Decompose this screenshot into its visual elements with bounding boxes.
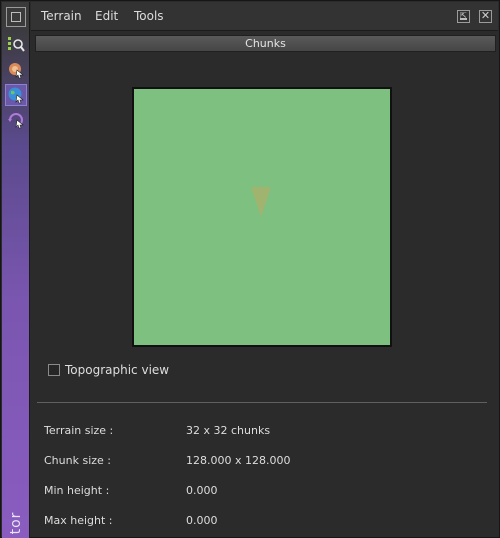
topographic-view-label: Topographic view — [65, 363, 170, 377]
window-menu-icon[interactable] — [6, 7, 26, 27]
chunk-size-value: 128.000 x 128.000 — [186, 454, 291, 467]
tool-strip: tor — [2, 2, 30, 538]
min-height-label: Min height : — [44, 484, 110, 497]
globe-cursor-icon[interactable] — [5, 84, 27, 106]
chunk-size-label: Chunk size : — [44, 454, 111, 467]
menu-terrain[interactable]: Terrain — [41, 9, 82, 23]
close-icon[interactable]: ✕ — [479, 9, 492, 23]
terrain-size-label: Terrain size : — [44, 424, 114, 437]
chunk-minimap[interactable] — [132, 87, 392, 347]
max-height-label: Max height : — [44, 514, 113, 527]
topographic-view-checkbox[interactable] — [48, 364, 60, 376]
camera-marker-icon — [251, 187, 271, 217]
panel-title[interactable]: Chunks — [35, 35, 496, 52]
topographic-view-option[interactable]: Topographic view — [48, 363, 169, 377]
minimize-icon[interactable]: ⇱ — [457, 10, 470, 23]
magnifier-grid-icon[interactable] — [5, 34, 27, 56]
menu-edit[interactable]: Edit — [95, 9, 118, 23]
menu-tools[interactable]: Tools — [134, 9, 164, 23]
brush-cursor-icon[interactable] — [5, 59, 27, 81]
divider — [37, 402, 487, 403]
rotate-cursor-icon[interactable] — [5, 109, 27, 131]
max-height-value: 0.000 — [186, 514, 218, 527]
terrain-size-value: 32 x 32 chunks — [186, 424, 271, 437]
min-height-value: 0.000 — [186, 484, 218, 497]
terrain-editor-window: tor Terrain Edit Tools ⇱ ✕ Chunks Topogr… — [0, 0, 500, 538]
strip-label: tor — [8, 511, 24, 535]
menu-bar: Terrain Edit Tools ⇱ ✕ — [31, 2, 498, 31]
